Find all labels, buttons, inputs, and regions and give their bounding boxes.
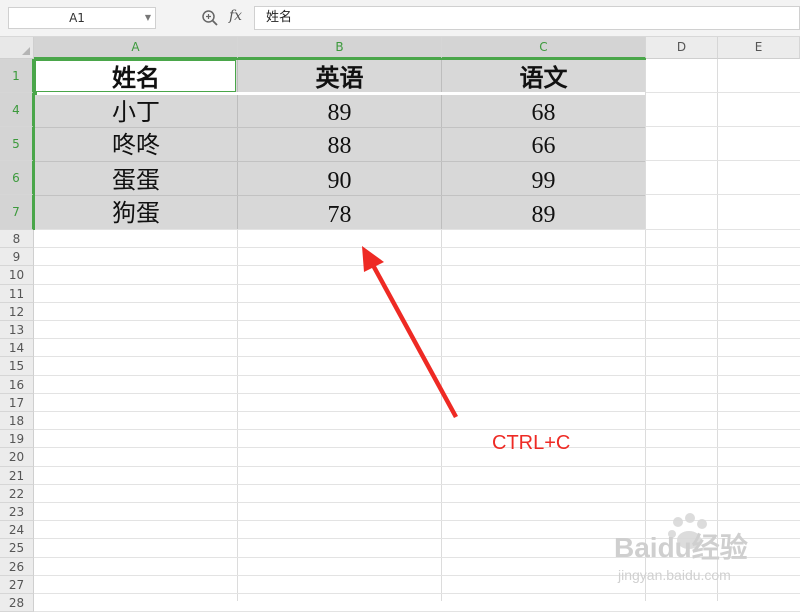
watermark-logo: Baidu经验 jingyan.baidu.com <box>614 513 748 583</box>
watermark-logo-text: Baidu经验 <box>614 531 748 563</box>
watermark-url: jingyan.baidu.com <box>617 567 731 583</box>
annotation-text: CTRL+C <box>492 432 571 454</box>
red-arrow-icon <box>362 246 458 418</box>
